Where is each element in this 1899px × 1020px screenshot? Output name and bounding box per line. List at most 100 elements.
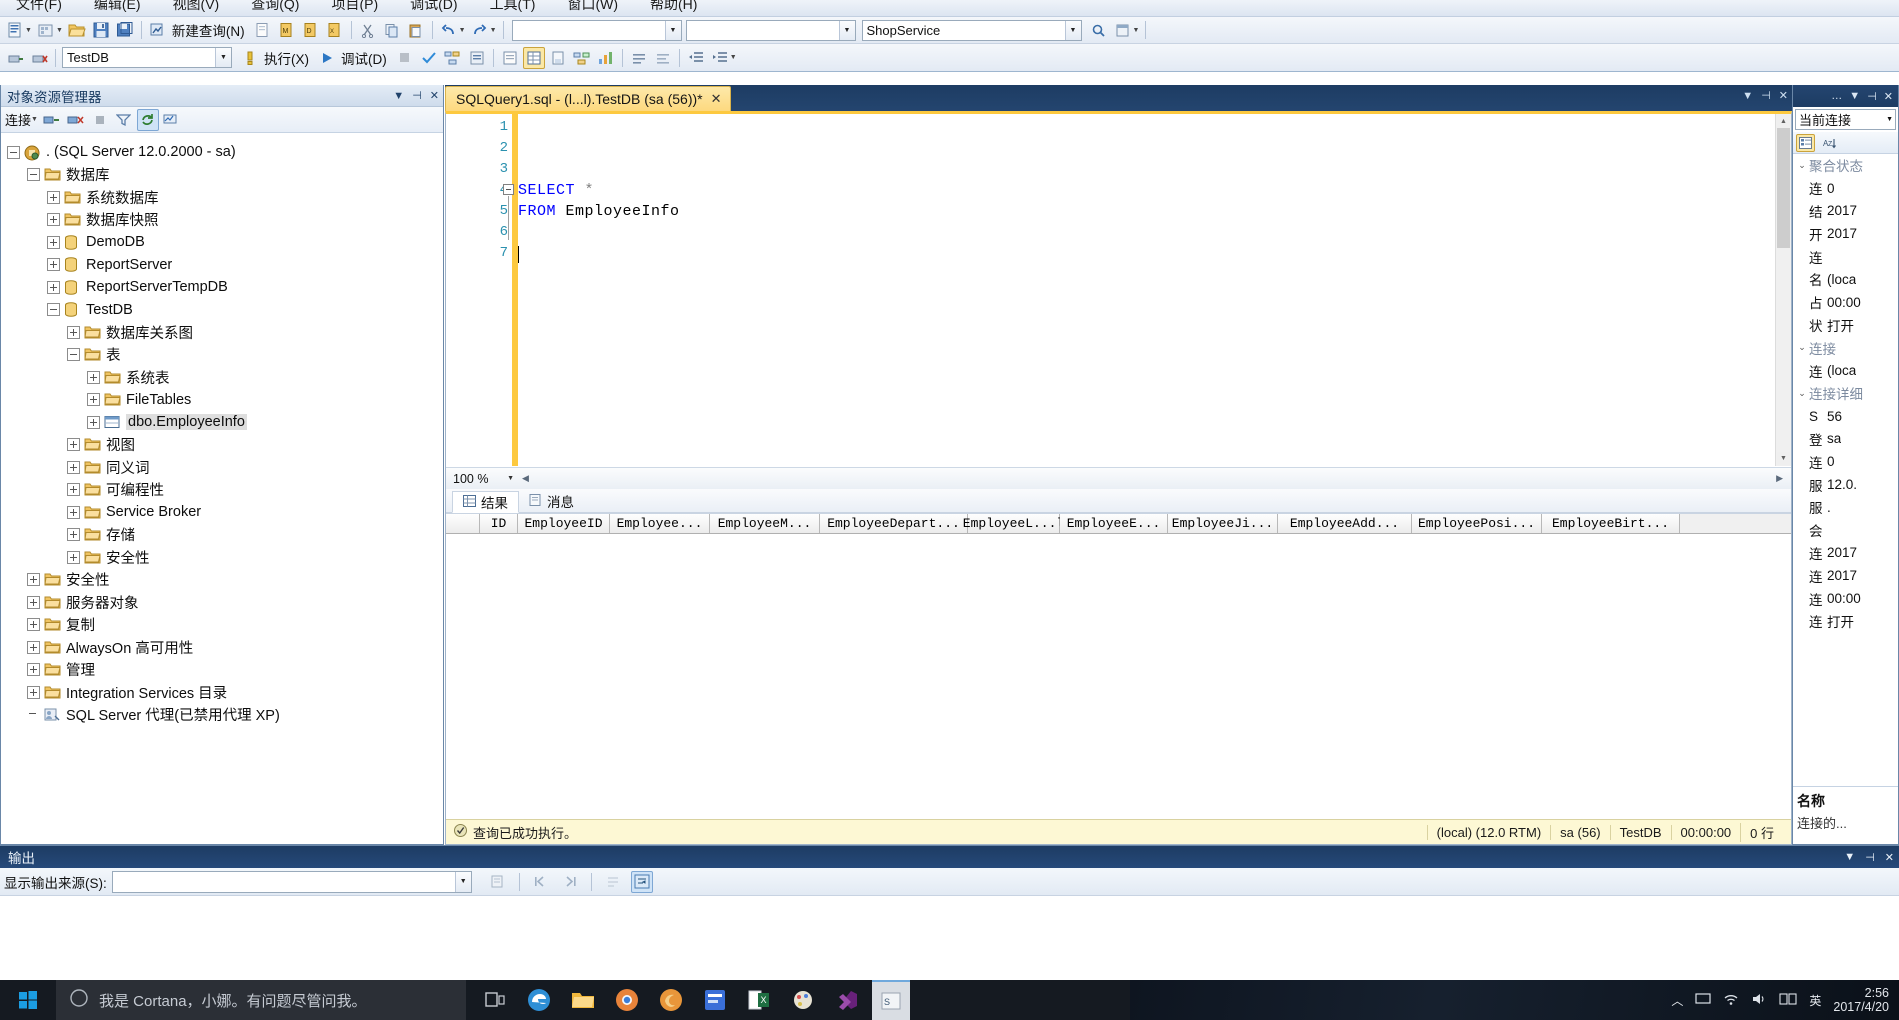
chrome-icon[interactable] <box>608 980 646 1020</box>
close-icon[interactable]: ✕ <box>1779 89 1788 102</box>
database-select[interactable]: TestDB ▼ <box>62 47 232 68</box>
parse-check-icon[interactable] <box>418 47 440 69</box>
chevron-down-icon[interactable]: ▼ <box>215 48 231 67</box>
property-row[interactable]: 连 2017 <box>1793 564 1898 587</box>
close-icon[interactable]: ✕ <box>1884 90 1893 103</box>
collapse-icon[interactable] <box>7 145 20 159</box>
property-value[interactable]: 0 <box>1827 181 1835 196</box>
ssms-icon[interactable]: S <box>872 980 910 1020</box>
expand-icon[interactable] <box>27 618 40 632</box>
windows-start-icon[interactable] <box>0 980 56 1020</box>
property-row[interactable]: 服 12.0. <box>1793 473 1898 496</box>
menu-item-help[interactable]: 帮助(H) <box>634 0 713 13</box>
toggle-find-icon[interactable] <box>602 871 624 893</box>
copy-icon[interactable] <box>381 19 403 41</box>
new-item-icon[interactable] <box>4 19 26 41</box>
activity-monitor-icon[interactable] <box>161 109 183 131</box>
chevron-down-icon[interactable]: ▼ <box>31 116 38 123</box>
pin-icon[interactable]: ⊣ <box>1761 89 1771 102</box>
save-icon[interactable] <box>90 19 112 41</box>
grid-column-header[interactable]: EmployeePosi... <box>1412 514 1542 533</box>
menu-item-window[interactable]: 窗口(W) <box>551 0 634 13</box>
grid-column-header[interactable]: EmployeeID <box>518 514 610 533</box>
file-explorer-icon[interactable] <box>564 980 602 1020</box>
tree-node[interactable]: 系统数据库 <box>7 186 443 209</box>
tree-node[interactable]: ReportServer <box>7 254 443 277</box>
clear-all-icon[interactable] <box>487 871 509 893</box>
grid-column-header[interactable]: ID <box>480 514 518 533</box>
tree-node[interactable]: 视图 <box>7 434 443 457</box>
task-view-icon[interactable] <box>476 980 514 1020</box>
execute-button[interactable]: 执行(X) <box>262 48 315 68</box>
property-row[interactable]: 连 2017 <box>1793 542 1898 565</box>
tree-node[interactable]: Integration Services 目录 <box>7 681 443 704</box>
expand-icon[interactable] <box>87 370 100 384</box>
property-value[interactable]: 00:00 <box>1827 295 1861 310</box>
tree-node[interactable]: AlwaysOn 高可用性 <box>7 636 443 659</box>
expand-icon[interactable] <box>47 190 60 204</box>
property-row[interactable]: 名 (loca <box>1793 268 1898 291</box>
pin-icon[interactable]: ⊣ <box>1867 90 1877 103</box>
close-icon[interactable]: ✕ <box>711 91 722 107</box>
tree-node[interactable]: 系统表 <box>7 366 443 389</box>
property-row[interactable]: S 56 <box>1793 405 1898 428</box>
property-category[interactable]: ⌄ 聚合状态 <box>1793 154 1898 177</box>
property-value[interactable]: sa <box>1827 431 1841 446</box>
cortana-search-box[interactable]: 我是 Cortana，小娜。有问题尽管问我。 <box>56 980 466 1020</box>
solution-select[interactable]: ShopService ▼ <box>861 19 1082 41</box>
redo-icon[interactable] <box>469 19 491 41</box>
scrollbar-thumb[interactable] <box>1777 128 1790 248</box>
scroll-left-icon[interactable]: ◀ <box>522 473 529 484</box>
comment-icon[interactable] <box>628 47 650 69</box>
connect-object-explorer-icon[interactable] <box>41 109 63 131</box>
expand-icon[interactable] <box>47 258 60 272</box>
paste-icon[interactable] <box>405 19 427 41</box>
menu-item-query[interactable]: 查询(Q) <box>235 0 315 13</box>
property-value[interactable]: . <box>1827 500 1831 515</box>
connect-dropdown-button[interactable]: 连接 <box>5 110 31 129</box>
tree-node[interactable]: SQL Server 代理(已禁用代理 XP) <box>7 704 443 727</box>
property-value[interactable]: 打开 <box>1827 611 1854 631</box>
scroll-up-icon[interactable]: ▲ <box>1777 115 1790 128</box>
expand-icon[interactable] <box>47 280 60 294</box>
search-toolbar-icon[interactable] <box>1088 19 1110 41</box>
redo-dropdown-icon[interactable]: ▼ <box>490 27 497 34</box>
tree-node[interactable]: 管理 <box>7 659 443 682</box>
menu-item-project[interactable]: 项目(P) <box>315 0 394 13</box>
tree-node[interactable]: 存储 <box>7 524 443 547</box>
menu-item-edit[interactable]: 编辑(E) <box>78 0 157 13</box>
chevron-down-icon[interactable]: ▼ <box>507 475 514 482</box>
pin-icon[interactable]: ⊣ <box>412 89 422 102</box>
scroll-down-icon[interactable]: ▼ <box>1777 452 1790 465</box>
property-value[interactable]: 2017 <box>1827 545 1857 560</box>
expand-icon[interactable] <box>47 213 60 227</box>
expand-icon[interactable] <box>27 573 40 587</box>
expand-icon[interactable] <box>27 640 40 654</box>
firefox-icon[interactable] <box>652 980 690 1020</box>
menu-item-tools[interactable]: 工具(T) <box>474 0 552 13</box>
tree-node[interactable]: 表 <box>7 344 443 367</box>
overflow-icon[interactable]: … <box>1831 90 1842 102</box>
tab-results[interactable]: 结果 <box>452 491 519 513</box>
connect-icon[interactable] <box>4 47 26 69</box>
chevron-down-icon[interactable]: ▼ <box>1844 851 1855 864</box>
tab-messages[interactable]: 消息 <box>519 490 584 512</box>
chevron-down-icon[interactable]: ▼ <box>1742 90 1753 102</box>
results-grid-header[interactable]: ID EmployeeID Employee... EmployeeM... Emplo… <box>446 514 1791 534</box>
property-row[interactable]: 连0 <box>1793 450 1898 473</box>
property-row[interactable]: 连 00:00 <box>1793 587 1898 610</box>
property-row[interactable]: 连0 <box>1793 177 1898 200</box>
close-icon[interactable]: ✕ <box>1885 851 1894 864</box>
output-text-area[interactable] <box>0 896 1899 993</box>
expand-icon[interactable] <box>67 483 80 497</box>
tree-node[interactable]: dbo.EmployeeInfo <box>7 411 443 434</box>
paint-icon[interactable] <box>784 980 822 1020</box>
tree-node[interactable]: 安全性 <box>7 546 443 569</box>
new-query-icon[interactable] <box>147 19 169 41</box>
property-row[interactable]: 连 (loca <box>1793 359 1898 382</box>
properties-window-icon[interactable] <box>1112 19 1134 41</box>
properties-object-select[interactable]: 当前连接 ▼ <box>1795 109 1896 130</box>
tree-node[interactable]: ReportServerTempDB <box>7 276 443 299</box>
property-row[interactable]: 登 sa <box>1793 428 1898 451</box>
property-row[interactable]: 占 00:00 <box>1793 291 1898 314</box>
